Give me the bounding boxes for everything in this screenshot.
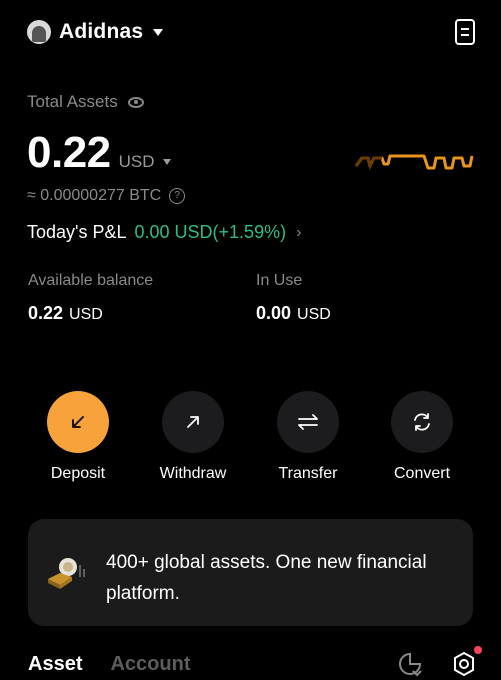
currency-label: USD bbox=[118, 152, 155, 171]
quick-actions: Deposit Withdraw Transfer Convert bbox=[0, 391, 501, 491]
chevron-right-icon: › bbox=[296, 223, 302, 241]
withdraw-label: Withdraw bbox=[159, 465, 227, 482]
tab-asset[interactable]: Asset bbox=[28, 653, 82, 676]
in-use-value: 0.00 bbox=[256, 303, 292, 323]
total-balance-value: 0.22 bbox=[27, 128, 111, 177]
account-switch-caret-icon[interactable] bbox=[153, 28, 164, 36]
available-balance: Available balance 0.22 USD bbox=[28, 272, 153, 324]
in-use-unit: USD bbox=[297, 306, 331, 323]
withdraw-button[interactable]: Withdraw bbox=[143, 391, 243, 483]
asset-tabs: Asset Account bbox=[28, 646, 482, 680]
menu-icon[interactable] bbox=[455, 19, 475, 45]
in-use-label: In Use bbox=[256, 272, 303, 289]
tab-account[interactable]: Account bbox=[110, 653, 190, 676]
deposit-label: Deposit bbox=[50, 465, 106, 482]
convert-label: Convert bbox=[393, 465, 451, 482]
available-balance-value: 0.22 bbox=[28, 303, 64, 323]
transfer-arrows-icon bbox=[277, 391, 339, 453]
help-icon[interactable]: ? bbox=[169, 188, 186, 204]
btc-equivalent-row: ≈ 0.00000277 BTC ? bbox=[27, 187, 186, 205]
refresh-icon bbox=[391, 391, 453, 453]
promo-banner[interactable]: 400+ global assets. One new financial pl… bbox=[28, 519, 473, 626]
total-assets-label: Total Assets bbox=[27, 92, 118, 111]
balance-sparkline[interactable] bbox=[354, 150, 474, 176]
deposit-button[interactable]: Deposit bbox=[28, 391, 128, 483]
todays-pnl-row[interactable]: Today's P&L 0.00 USD(+1.59%) › bbox=[27, 222, 301, 243]
account-name[interactable]: Adidnas bbox=[59, 20, 143, 44]
settings-icon[interactable] bbox=[451, 646, 482, 677]
gold-bars-icon bbox=[48, 558, 85, 589]
convert-button[interactable]: Convert bbox=[372, 391, 472, 483]
asset-overview-screen: Adidnas Total Assets 0.22 USD ≈ 0.000002… bbox=[0, 0, 501, 680]
arrow-up-right-icon bbox=[162, 391, 224, 453]
btc-equivalent: ≈ 0.00000277 BTC bbox=[27, 187, 162, 204]
available-balance-label: Available balance bbox=[28, 272, 154, 289]
available-balance-unit: USD bbox=[69, 306, 103, 323]
currency-caret-icon bbox=[163, 159, 172, 165]
arrow-down-left-icon bbox=[47, 391, 109, 453]
header: Adidnas bbox=[27, 16, 475, 48]
promo-text: 400+ global assets. One new financial pl… bbox=[106, 552, 427, 604]
avatar[interactable] bbox=[27, 20, 51, 44]
currency-selector[interactable]: USD bbox=[119, 152, 172, 172]
eye-icon[interactable] bbox=[127, 96, 144, 108]
transfer-button[interactable]: Transfer bbox=[258, 391, 358, 483]
in-use-balance: In Use 0.00 USD bbox=[256, 272, 331, 324]
total-balance: 0.22 USD bbox=[27, 128, 172, 178]
pnl-label: Today's P&L bbox=[27, 222, 127, 242]
pnl-value: 0.00 USD(+1.59%) bbox=[134, 222, 287, 242]
total-assets-label-row: Total Assets bbox=[27, 92, 144, 112]
pie-chart-icon[interactable] bbox=[397, 651, 423, 677]
notification-dot bbox=[474, 646, 482, 654]
transfer-label: Transfer bbox=[278, 465, 338, 482]
